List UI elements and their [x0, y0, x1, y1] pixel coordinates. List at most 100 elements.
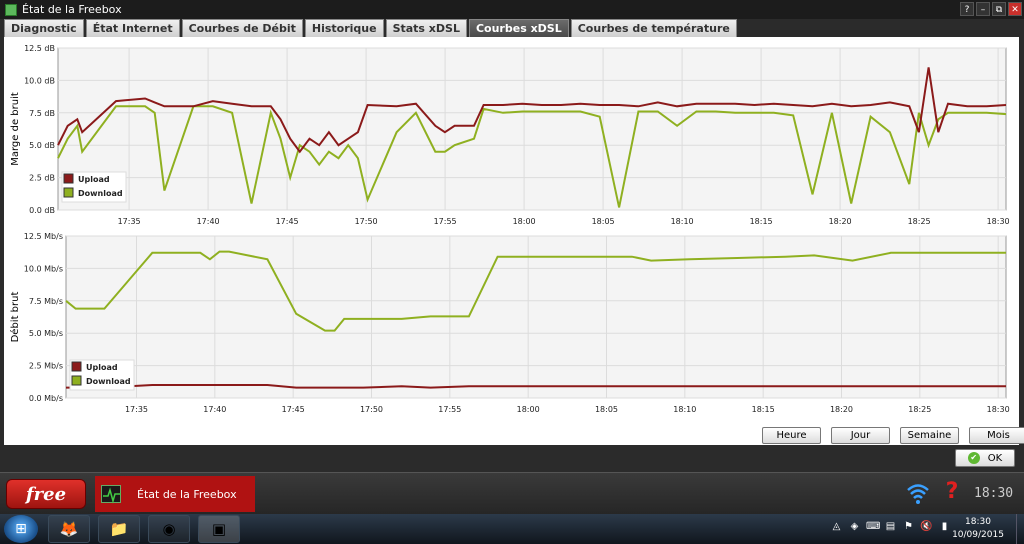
- tab-stats-xdsl[interactable]: Stats xDSL: [385, 19, 467, 37]
- legend-swatch: [63, 187, 74, 198]
- legend-swatch: [71, 361, 82, 372]
- legend-label: Download: [86, 377, 131, 386]
- x-tick-label: 17:35: [118, 217, 141, 226]
- freebox-clock: 18:30: [974, 486, 1014, 501]
- x-tick-label: 18:30: [987, 217, 1010, 226]
- freebox-task-label: État de la Freebox: [137, 487, 237, 501]
- x-tick-label: 18:05: [592, 217, 615, 226]
- tab-historique[interactable]: Historique: [304, 19, 384, 37]
- y-tick-label: 12.5 Mb/s: [24, 232, 63, 241]
- legend-label: Upload: [78, 175, 110, 184]
- x-tick-label: 17:50: [355, 217, 378, 226]
- explorer-icon[interactable]: 📁: [98, 515, 140, 543]
- legend-label: Upload: [86, 363, 118, 372]
- taskbar-date: 10/09/2015: [952, 530, 1004, 540]
- x-tick-label: 18:20: [829, 217, 852, 226]
- wifi-icon[interactable]: [906, 481, 930, 505]
- help-icon[interactable]: ?: [942, 479, 962, 507]
- legend-swatch: [71, 375, 82, 386]
- hour-button[interactable]: Heure: [762, 427, 821, 444]
- tab-courbes-xdsl[interactable]: Courbes xDSL: [468, 19, 569, 37]
- day-button[interactable]: Jour: [831, 427, 890, 444]
- x-tick-label: 18:10: [673, 405, 696, 414]
- legend-label: Download: [78, 189, 123, 198]
- tray-antivirus-icon[interactable]: ◬: [830, 521, 843, 535]
- ok-bar: ✔ OK: [0, 446, 1024, 472]
- x-tick-label: 17:55: [438, 405, 461, 414]
- tab-bar: Diagnostic État Internet Courbes de Débi…: [4, 19, 737, 37]
- tray-flag-icon[interactable]: ⚑: [902, 521, 915, 535]
- tab-etat-internet[interactable]: État Internet: [85, 19, 180, 37]
- x-tick-label: 17:40: [203, 405, 226, 414]
- chrome-icon[interactable]: ◉: [148, 515, 190, 543]
- y-tick-label: 2.5 Mb/s: [29, 362, 63, 371]
- maximize-button[interactable]: ⧉: [992, 2, 1006, 16]
- x-tick-label: 17:45: [282, 405, 305, 414]
- y-axis-label: Débit brut: [9, 292, 21, 343]
- windows-taskbar: ⊞ 🦊 📁 ◉ ▣ ◬ ◈ ⌨ ▤ ⚑ 🔇 ▮ 18:30 10/09/2015: [0, 514, 1024, 544]
- x-tick-label: 18:15: [752, 405, 775, 414]
- x-tick-label: 17:35: [125, 405, 148, 414]
- check-icon: ✔: [967, 452, 980, 464]
- system-tray: ◬ ◈ ⌨ ▤ ⚑ 🔇 ▮: [830, 521, 951, 535]
- x-tick-label: 18:10: [671, 217, 694, 226]
- freebox-app-icon[interactable]: ▣: [198, 515, 240, 543]
- tray-app-icon[interactable]: ◈: [848, 521, 861, 535]
- y-tick-label: 5.0 Mb/s: [29, 329, 63, 338]
- y-tick-label: 7.5 dB: [29, 109, 55, 118]
- freebox-window: État de la Freebox ? – ⧉ ✕ Diagnostic Ét…: [0, 0, 1024, 472]
- y-axis-label: Marge de bruit: [10, 92, 21, 166]
- week-button[interactable]: Semaine: [900, 427, 959, 444]
- x-tick-label: 18:05: [595, 405, 618, 414]
- firefox-icon[interactable]: 🦊: [48, 515, 90, 543]
- app-icon: [5, 3, 17, 16]
- tray-keyboard-icon[interactable]: ⌨: [866, 521, 880, 535]
- tab-diagnostic[interactable]: Diagnostic: [4, 19, 84, 37]
- pulse-icon: [101, 485, 121, 504]
- x-tick-label: 18:30: [987, 405, 1010, 414]
- x-tick-label: 18:00: [513, 217, 536, 226]
- month-button[interactable]: Mois: [969, 427, 1024, 444]
- charts-panel: 0.0 dB 2.5 dB 5.0 dB 7.5 dB 10.0 dB 12.5 dB 17…: [4, 37, 1019, 445]
- y-tick-label: 2.5 dB: [29, 174, 55, 183]
- tray-volume-icon[interactable]: 🔇: [920, 521, 933, 535]
- taskbar-time: 18:30: [965, 517, 991, 527]
- window-title: État de la Freebox: [22, 3, 122, 16]
- x-tick-label: 17:45: [276, 217, 299, 226]
- freebox-task-item[interactable]: État de la Freebox: [95, 476, 255, 512]
- y-tick-label: 0.0 dB: [29, 206, 55, 215]
- free-logo[interactable]: free: [6, 479, 86, 509]
- charts-canvas: 0.0 dB 2.5 dB 5.0 dB 7.5 dB 10.0 dB 12.5 dB 17…: [9, 44, 1010, 414]
- y-tick-label: 0.0 Mb/s: [29, 394, 63, 403]
- plot-area: [57, 47, 1007, 211]
- taskbar-clock[interactable]: 18:30 10/09/2015: [948, 516, 1008, 542]
- tab-courbes-temperature[interactable]: Courbes de température: [570, 19, 737, 37]
- x-tick-label: 18:00: [517, 405, 540, 414]
- x-tick-label: 18:15: [750, 217, 773, 226]
- freebox-bar: free État de la Freebox ? 18:30: [0, 472, 1024, 514]
- x-tick-label: 17:50: [360, 405, 383, 414]
- range-buttons: Heure Jour Semaine Mois: [762, 427, 1024, 444]
- x-tick-label: 17:55: [434, 217, 457, 226]
- ok-button[interactable]: ✔ OK: [955, 449, 1015, 467]
- legend-swatch: [63, 173, 74, 184]
- window-controls: ? – ⧉ ✕: [960, 2, 1022, 16]
- x-tick-label: 17:40: [197, 217, 220, 226]
- tray-network-icon[interactable]: ▤: [884, 521, 897, 535]
- minimize-button[interactable]: –: [976, 2, 990, 16]
- help-button[interactable]: ?: [960, 2, 974, 16]
- close-button[interactable]: ✕: [1008, 2, 1022, 16]
- start-button[interactable]: ⊞: [4, 515, 38, 543]
- ok-label: OK: [987, 452, 1003, 464]
- y-tick-label: 10.0 dB: [24, 76, 55, 85]
- show-desktop-button[interactable]: [1016, 514, 1024, 544]
- y-tick-label: 12.5 dB: [24, 44, 55, 53]
- y-tick-label: 7.5 Mb/s: [29, 297, 63, 306]
- tab-courbes-debit[interactable]: Courbes de Débit: [181, 19, 303, 37]
- x-tick-label: 18:25: [908, 217, 931, 226]
- title-bar: État de la Freebox ? – ⧉ ✕: [0, 0, 1024, 19]
- x-tick-label: 18:25: [908, 405, 931, 414]
- plot-area: [65, 235, 1007, 399]
- y-tick-label: 5.0 dB: [29, 141, 55, 150]
- x-tick-label: 18:20: [830, 405, 853, 414]
